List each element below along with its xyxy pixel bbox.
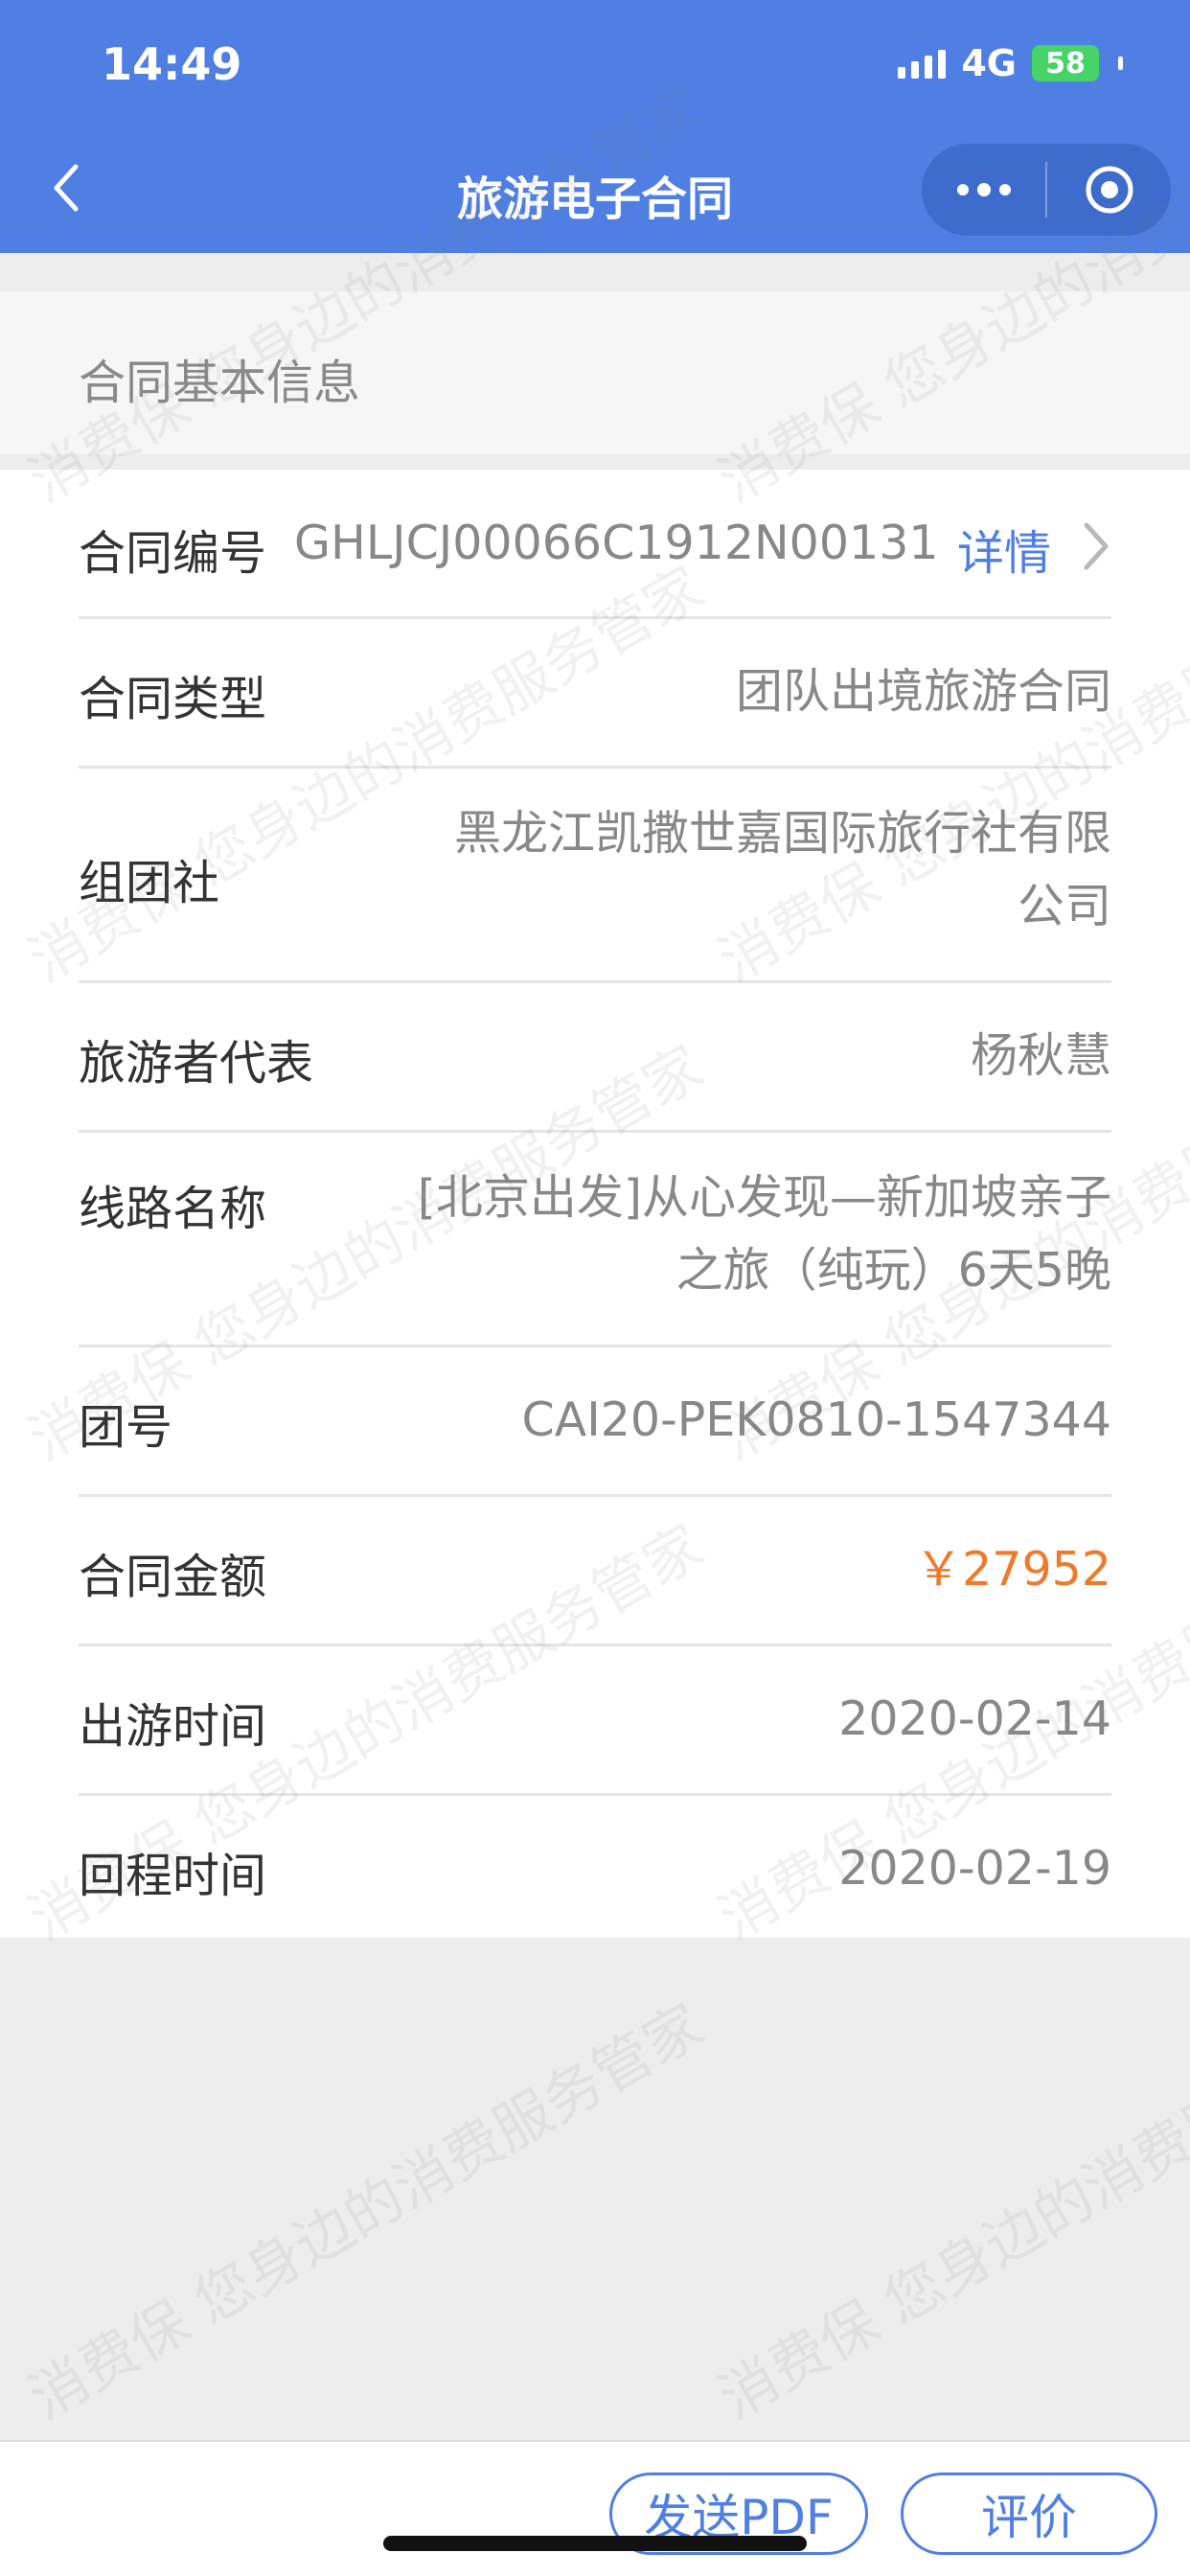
row-agency: 组团社 黑龙江凯撒世嘉国际旅行社有限 公司 — [79, 769, 1111, 983]
battery-icon: 58 — [1032, 45, 1099, 81]
signal-icon — [898, 48, 947, 79]
watermark-text: 消费保 您身边的消费服务管家 — [17, 1991, 715, 2433]
row-value-line2: 之旅（纯玩）6天5晚 — [675, 1243, 1111, 1298]
status-time: 14:49 — [102, 38, 242, 90]
row-group-number: 团号 CAI20-PEK0810-1547344 — [79, 1347, 1111, 1497]
battery-cap — [1118, 57, 1123, 70]
price-value: ￥27952 — [915, 1542, 1111, 1597]
rate-button[interactable]: 评价 — [901, 2472, 1157, 2555]
row-contract-number: 合同编号 GHLJCJ00066C1912N00131 详情 — [79, 470, 1111, 619]
row-value: 团队出境旅游合同 — [735, 664, 1111, 719]
contract-info-list: 合同编号 GHLJCJ00066C1912N00131 详情 合同类型 团队出境… — [0, 470, 1190, 1938]
detail-link[interactable]: 详情 — [957, 516, 1051, 584]
row-label: 合同金额 — [79, 1550, 267, 1604]
watermark-text: 消费保 您身边的消费服务管家 — [707, 1991, 1190, 2433]
status-indicators: 4G 58 — [898, 42, 1123, 84]
row-depart-date: 出游时间 2020-02-14 — [79, 1646, 1111, 1796]
row-return-date: 回程时间 2020-02-19 — [79, 1796, 1111, 1938]
chevron-right-icon[interactable] — [1083, 521, 1111, 575]
row-value: 2020-02-19 — [838, 1841, 1111, 1896]
network-type: 4G — [961, 42, 1017, 84]
row-amount: 合同金额 ￥27952 — [79, 1497, 1111, 1646]
row-value: CAI20-PEK0810-1547344 — [521, 1392, 1111, 1447]
target-circle-icon[interactable] — [1047, 144, 1171, 236]
row-value: 杨秋慧 — [970, 1028, 1111, 1083]
row-contract-type: 合同类型 团队出境旅游合同 — [79, 619, 1111, 769]
section-title: 合同基本信息 — [79, 356, 361, 410]
row-value: 2020-02-14 — [838, 1691, 1111, 1746]
row-value-line2: 公司 — [1017, 879, 1111, 933]
row-value-line1: 黑龙江凯撒世嘉国际旅行社有限 — [453, 806, 1111, 861]
row-label: 合同类型 — [79, 672, 267, 726]
contract-number-value: GHLJCJ00066C1912N00131 — [294, 516, 939, 570]
mini-program-capsule — [922, 144, 1171, 236]
home-indicator — [383, 2536, 807, 2551]
row-route: 线路名称 [北京出发]从心发现—新加坡亲子 之旅（纯玩）6天5晚 — [79, 1133, 1111, 1347]
more-dots-icon[interactable] — [922, 144, 1045, 236]
row-value-line1: [北京出发]从心发现—新加坡亲子 — [417, 1170, 1111, 1225]
app-header: 14:49 4G 58 旅游电子合同 — [0, 0, 1190, 253]
row-label: 线路名称 — [79, 1182, 267, 1236]
row-label: 合同编号 — [79, 526, 267, 581]
battery-level: 58 — [1045, 46, 1086, 80]
row-label: 组团社 — [79, 856, 220, 910]
row-traveler: 旅游者代表 杨秋慧 — [79, 983, 1111, 1133]
row-label: 出游时间 — [79, 1699, 267, 1754]
row-label: 团号 — [79, 1400, 173, 1455]
row-label: 旅游者代表 — [79, 1036, 314, 1091]
row-label: 回程时间 — [79, 1849, 267, 1903]
